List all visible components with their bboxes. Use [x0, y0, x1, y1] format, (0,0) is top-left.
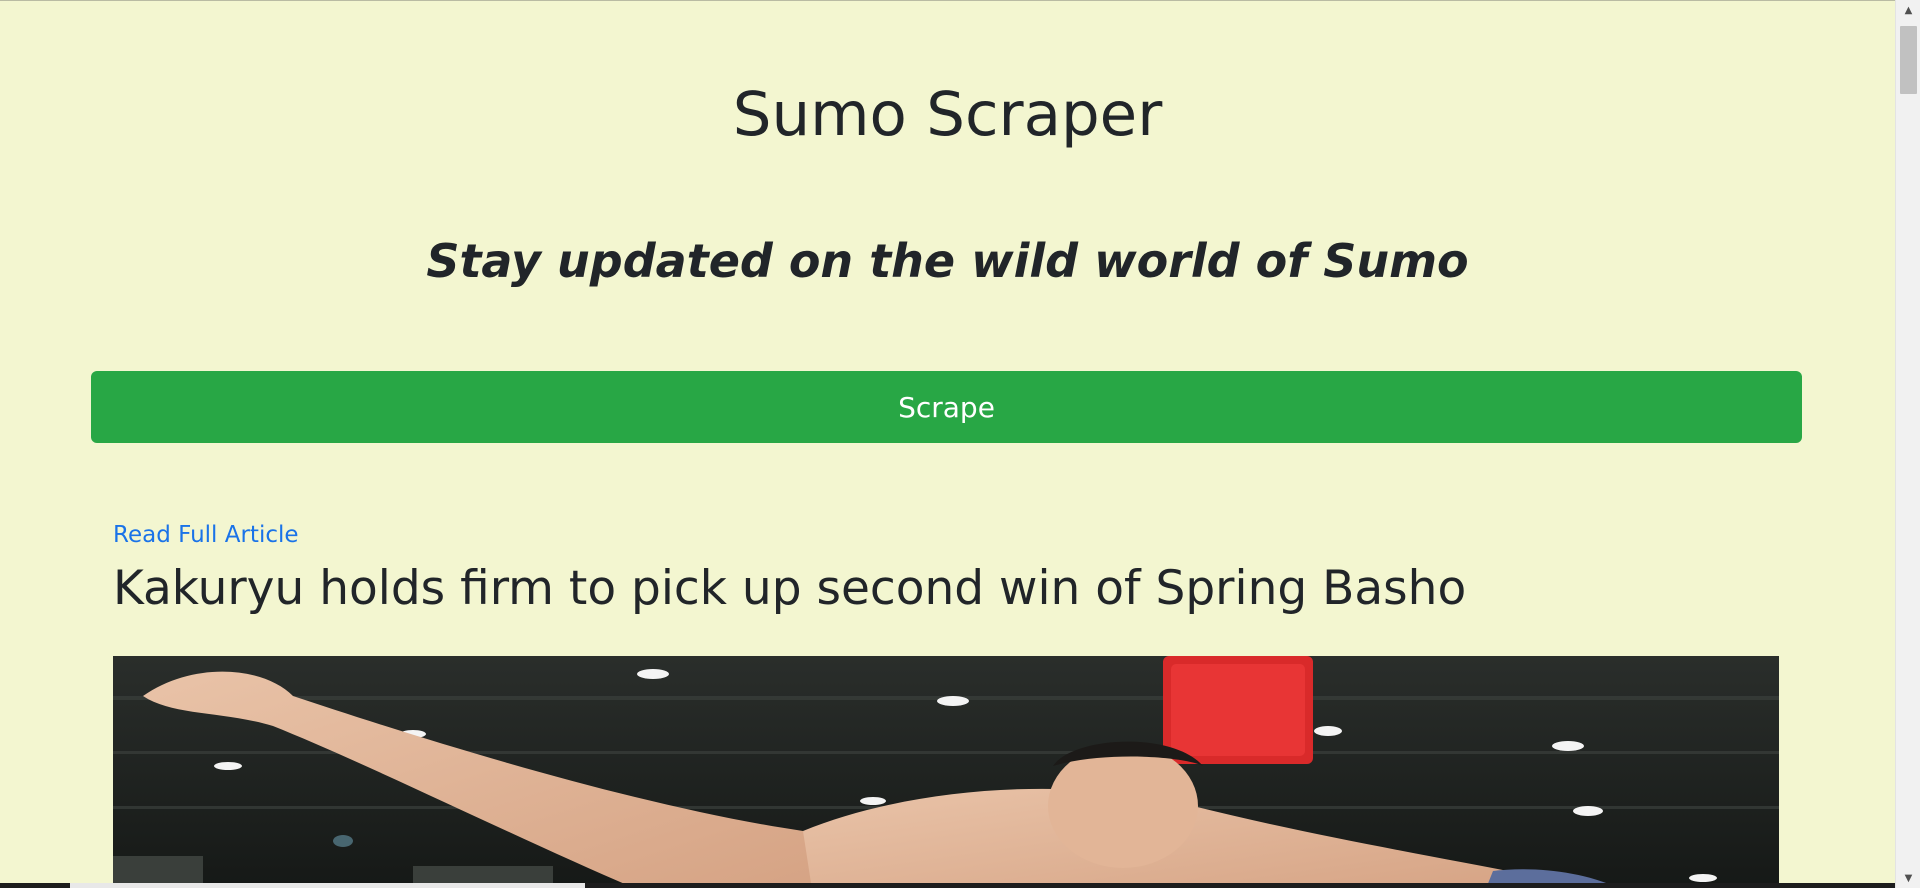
taskbar-strip — [70, 883, 585, 888]
sumo-photo-illustration — [113, 656, 1779, 888]
article-title: Kakuryu holds firm to pick up second win… — [113, 561, 1467, 616]
page-title: Sumo Scraper — [732, 79, 1163, 150]
scroll-down-icon[interactable]: ▼ — [1896, 868, 1920, 888]
article-photo — [113, 656, 1779, 888]
scrape-button[interactable]: Scrape — [91, 371, 1802, 443]
page-viewport: Sumo Scraper Stay updated on the wild wo… — [0, 0, 1895, 888]
vertical-scrollbar[interactable]: ▲ ▼ — [1895, 0, 1920, 888]
scroll-thumb[interactable] — [1900, 26, 1917, 94]
article-card: Read Full Article Kakuryu holds firm to … — [113, 519, 1779, 619]
read-full-article-link[interactable]: Read Full Article — [113, 519, 1779, 551]
window-bottom-edge — [0, 883, 1895, 888]
scroll-up-icon[interactable]: ▲ — [1896, 0, 1920, 20]
page-tagline: Stay updated on the wild world of Sumo — [426, 234, 1469, 288]
